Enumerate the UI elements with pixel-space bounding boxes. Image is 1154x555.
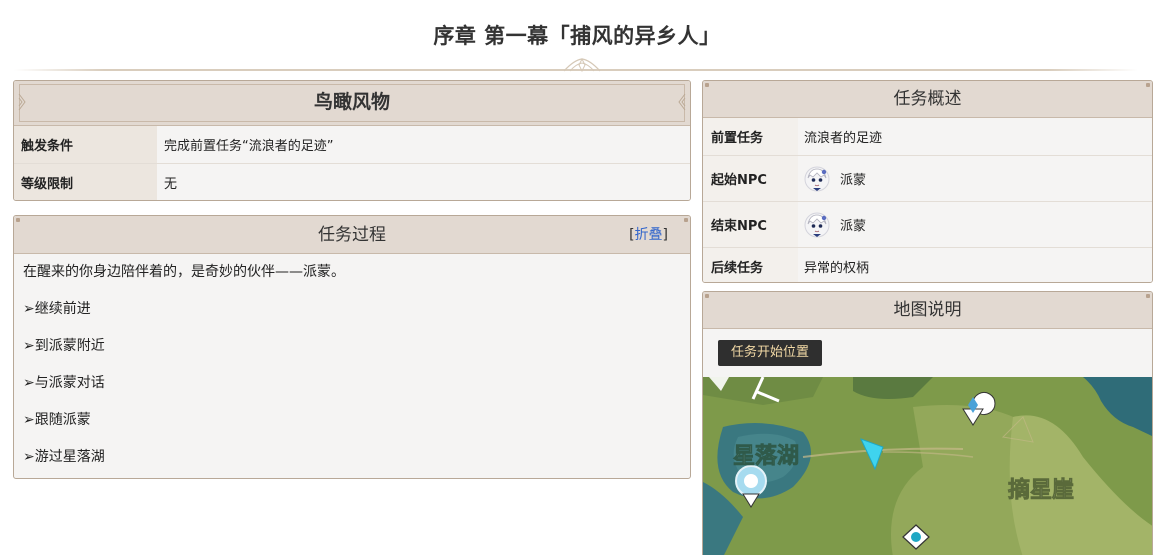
quest-summary-panel: 任务概述 前置任务 流浪者的足迹 起始NPC 派蒙 结束NPC 派蒙 后续任务 … (702, 80, 1153, 283)
process-body: 在醒来的你身边陪伴着的，是奇妙的伙伴——派蒙。 ➢继续前进 ➢到派蒙附近 ➢与派… (14, 254, 690, 478)
start-npc-row: 起始NPC 派蒙 (703, 156, 1152, 202)
paimon-avatar-icon[interactable] (804, 212, 830, 238)
map-panel-title: 地图说明 (893, 300, 962, 320)
collapse-close-bracket: ] (662, 227, 668, 243)
lake-label: 星落湖 (733, 444, 799, 469)
process-intro: 在醒来的你身边陪伴着的，是奇妙的伙伴——派蒙。 (23, 264, 345, 280)
divider-ornament-icon (563, 57, 601, 73)
end-npc-value: 派蒙 (798, 202, 1152, 247)
corner-dot (705, 294, 709, 298)
map-start-location-tab[interactable]: 任务开始位置 (718, 340, 823, 366)
end-npc-label: 结束NPC (703, 202, 798, 247)
trigger-condition-label: 触发条件 (14, 126, 157, 163)
level-limit-label: 等级限制 (14, 164, 157, 200)
process-panel-header: 任务过程 [折叠] (14, 216, 690, 254)
quest-process-panel: 任务过程 [折叠] 在醒来的你身边陪伴着的，是奇妙的伙伴——派蒙。 ➢继续前进 … (13, 215, 691, 479)
quest-overview-panel: 鸟瞰风物 触发条件 完成前置任务“流浪者的足迹” 等级限制 无 (13, 80, 691, 201)
start-npc-value: 派蒙 (798, 156, 1152, 201)
process-step: ➢跟随派蒙 (23, 412, 91, 428)
process-step: ➢与派蒙对话 (23, 375, 105, 391)
cliff-label: 摘星崖 (1008, 477, 1074, 503)
corner-dot (705, 83, 709, 87)
end-npc-row: 结束NPC 派蒙 (703, 202, 1152, 248)
process-step: ➢到派蒙附近 (23, 338, 105, 354)
quest-map[interactable]: 星落湖 摘星崖 (703, 377, 1153, 555)
right-ornament-icon (678, 93, 686, 111)
map-panel-header: 地图说明 (703, 292, 1152, 329)
start-npc-name[interactable]: 派蒙 (840, 169, 866, 188)
summary-panel-title: 任务概述 (893, 89, 962, 109)
paimon-avatar-icon[interactable] (804, 166, 830, 192)
process-step: ➢游过星落湖 (23, 449, 105, 465)
corner-dot (1146, 83, 1150, 87)
overview-panel-title: 鸟瞰风物 (313, 91, 390, 113)
prev-quest-label: 前置任务 (703, 118, 798, 155)
level-limit-row: 等级限制 无 (14, 164, 690, 200)
process-panel-title: 任务过程 (318, 225, 386, 245)
prev-quest-row: 前置任务 流浪者的足迹 (703, 118, 1152, 156)
prev-quest-value[interactable]: 流浪者的足迹 (798, 118, 1152, 155)
overview-panel-header: 鸟瞰风物 (14, 81, 690, 126)
collapse-toggle: [折叠] (629, 216, 668, 254)
level-limit-value: 无 (157, 164, 690, 200)
corner-dot (1146, 294, 1150, 298)
page-title: 序章 第一幕「捕风的异乡人」 (433, 24, 721, 48)
corner-dot (16, 218, 20, 222)
collapse-link[interactable]: 折叠 (635, 227, 663, 243)
next-quest-row: 后续任务 异常的权柄 (703, 248, 1152, 282)
process-step: ➢继续前进 (23, 301, 91, 317)
next-quest-value[interactable]: 异常的权柄 (798, 248, 1152, 282)
trigger-condition-row: 触发条件 完成前置任务“流浪者的足迹” (14, 126, 690, 164)
trigger-condition-value: 完成前置任务“流浪者的足迹” (157, 126, 690, 163)
next-quest-label: 后续任务 (703, 248, 798, 282)
end-npc-name[interactable]: 派蒙 (840, 215, 866, 234)
left-ornament-icon (18, 93, 26, 111)
map-panel: 地图说明 任务开始位置 星落湖 摘星崖 (702, 291, 1153, 555)
corner-dot (684, 218, 688, 222)
start-npc-label: 起始NPC (703, 156, 798, 201)
summary-panel-header: 任务概述 (703, 81, 1152, 118)
